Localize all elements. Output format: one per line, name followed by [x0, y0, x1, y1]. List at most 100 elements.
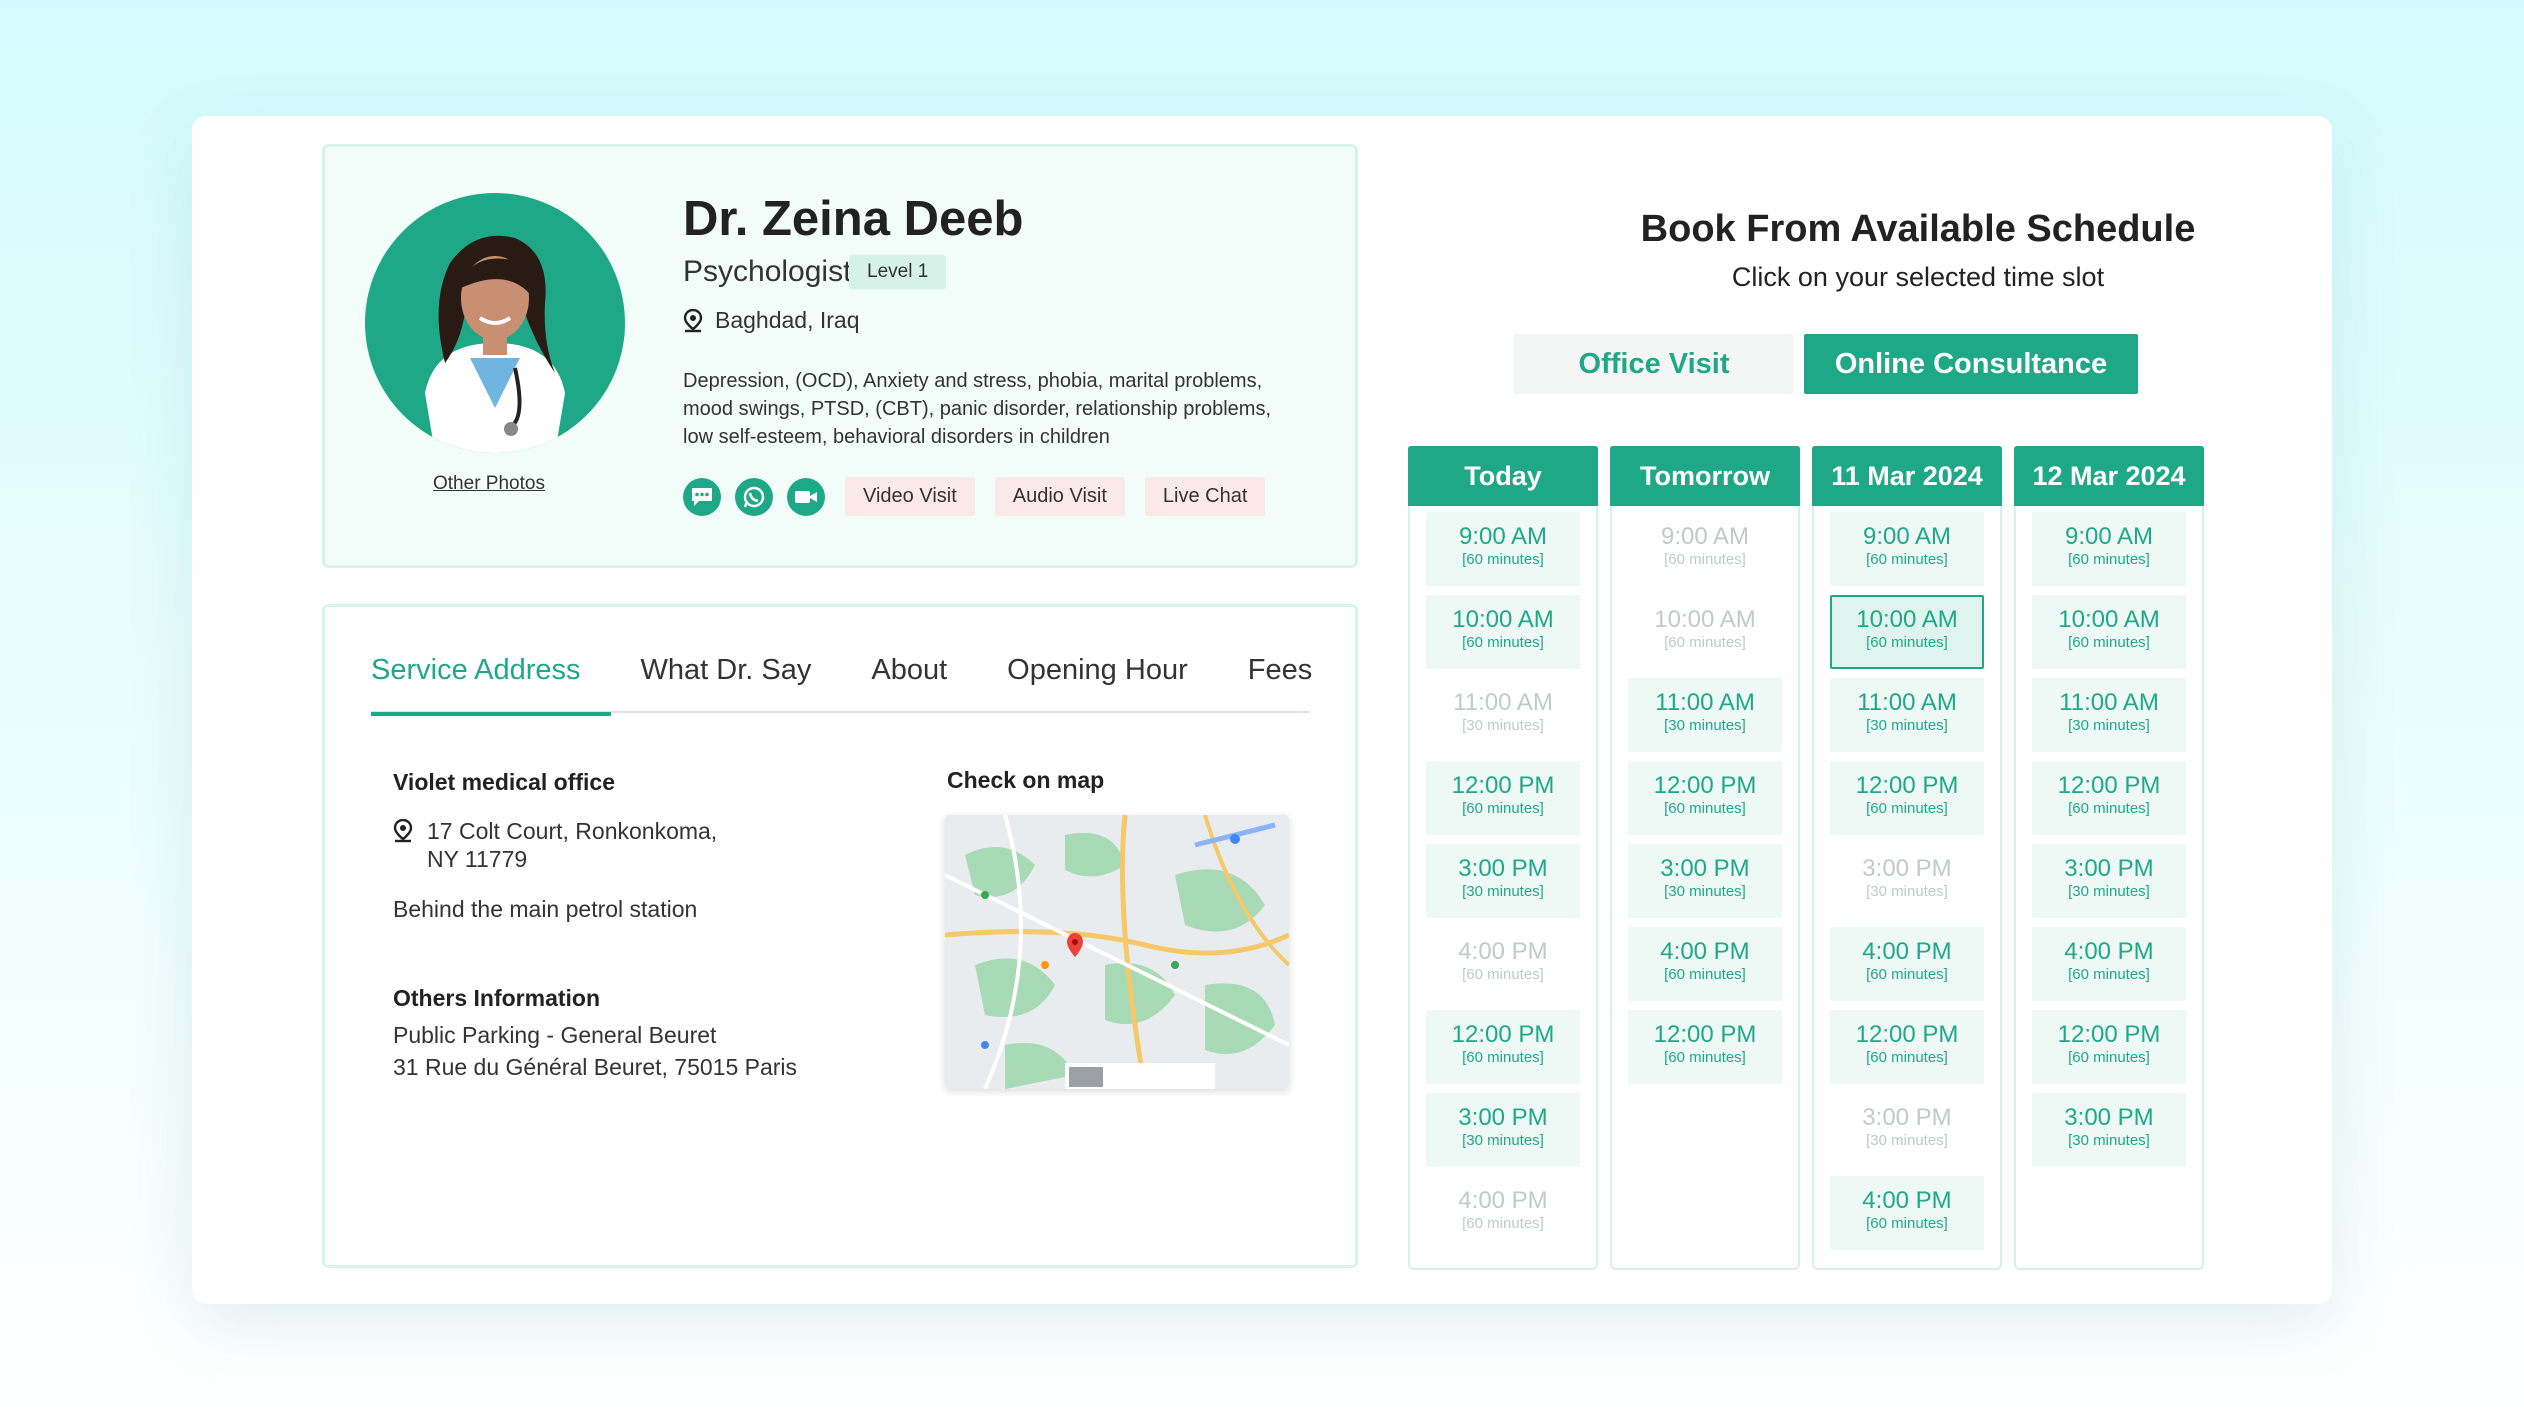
tab-what-dr-say[interactable]: What Dr. Say	[641, 651, 842, 713]
doctor-role: Psychologist	[683, 255, 852, 288]
video-camera-icon[interactable]	[787, 477, 825, 516]
map-title: Check on map	[947, 767, 1105, 793]
slot-time: 10:00 AM	[1856, 606, 1958, 633]
time-slot-selected[interactable]: 10:00 AM [60 minutes]	[1830, 595, 1984, 669]
slot-time: 9:00 AM	[1862, 523, 1952, 550]
slot-duration: [60 minutes]	[1462, 551, 1544, 568]
slot-duration: [60 minutes]	[1462, 634, 1544, 651]
slot-time: 4:00 PM	[1862, 1187, 1952, 1214]
schedule-column: Tomorrow 9:00 AM [60 minutes] 10:00 AM [60 m…	[1610, 446, 1800, 1270]
slot-time: 10:00 AM	[2058, 606, 2160, 633]
slot-time: 9:00 AM	[2064, 523, 2154, 550]
time-slot[interactable]: 9:00 AM [60 minutes]	[1830, 512, 1984, 586]
video-visit-button[interactable]: Video Visit	[845, 477, 975, 516]
slot-time: 4:00 PM	[2064, 938, 2154, 965]
live-chat-button[interactable]: Live Chat	[1144, 477, 1266, 516]
time-slot[interactable]: 12:00 PM [60 minutes]	[1830, 761, 1984, 835]
tab-about[interactable]: About	[871, 651, 977, 713]
schedule-day-header: 11 Mar 2024	[1812, 446, 2002, 506]
booking-subtitle: Click on your selected time slot	[1731, 262, 2105, 292]
time-slot[interactable]: 12:00 PM [60 minutes]	[1426, 761, 1580, 835]
time-slot: 4:00 PM [60 minutes]	[1426, 1176, 1580, 1250]
slot-time: 12:00 PM	[1451, 1021, 1555, 1048]
office-visit-button[interactable]: Office Visit	[1514, 334, 1794, 394]
location-pin-icon	[683, 308, 703, 332]
time-slot[interactable]: 11:00 AM [30 minutes]	[2032, 678, 2186, 752]
slot-duration: [60 minutes]	[2068, 966, 2150, 983]
slot-duration: [30 minutes]	[1866, 1132, 1948, 1149]
slot-duration: [60 minutes]	[1462, 966, 1544, 983]
office-name: Violet medical office	[393, 769, 615, 795]
chat-bubble-icon[interactable]	[683, 477, 721, 516]
time-slot[interactable]: 12:00 PM [60 minutes]	[1628, 1010, 1782, 1084]
time-slot[interactable]: 11:00 AM [30 minutes]	[1628, 678, 1782, 752]
time-slot[interactable]: 11:00 AM [30 minutes]	[1830, 678, 1984, 752]
time-slot[interactable]: 12:00 PM [60 minutes]	[2032, 761, 2186, 835]
time-slot[interactable]: 10:00 AM [60 minutes]	[1426, 595, 1580, 669]
doctor-portrait-illustration	[425, 235, 565, 453]
time-slot[interactable]: 3:00 PM [30 minutes]	[2032, 844, 2186, 918]
slot-duration: [60 minutes]	[1866, 634, 1948, 651]
slot-time: 12:00 PM	[1451, 772, 1555, 799]
time-slot[interactable]: 4:00 PM [60 minutes]	[1830, 1176, 1984, 1250]
schedule-day-header: Tomorrow	[1610, 446, 1800, 506]
time-slot: 4:00 PM [60 minutes]	[1426, 927, 1580, 1001]
tab-service-address[interactable]: Service Address	[371, 651, 611, 716]
doctor-avatar[interactable]	[365, 193, 625, 453]
audio-visit-button[interactable]: Audio Visit	[994, 477, 1125, 516]
time-slot[interactable]: 12:00 PM [60 minutes]	[1830, 1010, 1984, 1084]
time-slot: 11:00 AM [30 minutes]	[1426, 678, 1580, 752]
address-line-1: 17 Colt Court, Ronkonkoma,	[427, 818, 718, 844]
tab-fees[interactable]: Fees	[1248, 651, 1342, 713]
slot-time: 4:00 PM	[1660, 938, 1750, 965]
doctor-profile-panel: Other Photos Dr. Zeina Deeb Psychologist…	[322, 144, 1358, 568]
booking-title: Book From Available Schedule	[1640, 208, 2196, 250]
online-consultance-button[interactable]: Online Consultance	[1804, 334, 2138, 394]
slot-time: 12:00 PM	[1855, 1021, 1959, 1048]
tab-opening-hour[interactable]: Opening Hour	[1007, 651, 1218, 713]
doctor-name: Dr. Zeina Deeb	[683, 192, 1024, 246]
slot-duration: [30 minutes]	[1462, 1132, 1544, 1149]
time-slot[interactable]: 12:00 PM [60 minutes]	[2032, 1010, 2186, 1084]
map-illustration	[945, 815, 1289, 1089]
slot-time: 3:00 PM	[1660, 855, 1750, 882]
address-line-2: NY 11779	[427, 846, 528, 872]
time-slot[interactable]: 4:00 PM [60 minutes]	[1628, 927, 1782, 1001]
time-slot[interactable]: 4:00 PM [60 minutes]	[2032, 927, 2186, 1001]
slot-time: 3:00 PM	[2064, 1104, 2154, 1131]
slot-time: 3:00 PM	[1458, 855, 1548, 882]
slot-time: 10:00 AM	[1452, 606, 1554, 633]
map-thumbnail[interactable]	[945, 815, 1289, 1089]
schedule-column: Today 9:00 AM [60 minutes] 10:00 AM [60 minu…	[1408, 446, 1598, 1270]
slot-duration: [30 minutes]	[1664, 883, 1746, 900]
others-info-line-1: Public Parking - General Beuret	[393, 1022, 717, 1048]
slot-duration: [30 minutes]	[1462, 883, 1544, 900]
office-address: 17 Colt Court, Ronkonkoma, NY 11779	[393, 817, 717, 873]
time-slot[interactable]: 9:00 AM [60 minutes]	[2032, 512, 2186, 586]
time-slot[interactable]: 9:00 AM [60 minutes]	[1426, 512, 1580, 586]
slot-duration: [60 minutes]	[2068, 1049, 2150, 1066]
time-slot[interactable]: 12:00 PM [60 minutes]	[1628, 761, 1782, 835]
time-slot[interactable]: 10:00 AM [60 minutes]	[2032, 595, 2186, 669]
whatsapp-icon[interactable]	[735, 477, 773, 516]
slot-list: 9:00 AM [60 minutes] 10:00 AM [60 minutes] 1…	[2016, 506, 2202, 1182]
time-slot[interactable]: 3:00 PM [30 minutes]	[1426, 844, 1580, 918]
slot-list: 9:00 AM [60 minutes] 10:00 AM [60 minutes] 1…	[1814, 506, 2000, 1265]
time-slot[interactable]: 3:00 PM [30 minutes]	[1426, 1093, 1580, 1167]
slot-duration: [30 minutes]	[2068, 883, 2150, 900]
details-panel: Service Address What Dr. Say About Openi…	[322, 604, 1358, 1268]
slot-duration: [60 minutes]	[1866, 551, 1948, 568]
slot-duration: [30 minutes]	[2068, 1132, 2150, 1149]
other-photos-link[interactable]: Other Photos	[433, 473, 545, 495]
time-slot[interactable]: 3:00 PM [30 minutes]	[1628, 844, 1782, 918]
slot-time: 9:00 AM	[1660, 523, 1750, 550]
time-slot[interactable]: 4:00 PM [60 minutes]	[1830, 927, 1984, 1001]
schedule-columns: Today 9:00 AM [60 minutes] 10:00 AM [60 minu…	[1408, 446, 2204, 1270]
time-slot[interactable]: 12:00 PM [60 minutes]	[1426, 1010, 1580, 1084]
details-tabs: Service Address What Dr. Say About Openi…	[371, 651, 1312, 716]
slot-duration: [60 minutes]	[1664, 551, 1746, 568]
slot-time: 3:00 PM	[1862, 1104, 1952, 1131]
time-slot[interactable]: 3:00 PM [30 minutes]	[2032, 1093, 2186, 1167]
booking-card: Other Photos Dr. Zeina Deeb Psychologist…	[192, 116, 2332, 1304]
others-info-title: Others Information	[393, 985, 601, 1011]
